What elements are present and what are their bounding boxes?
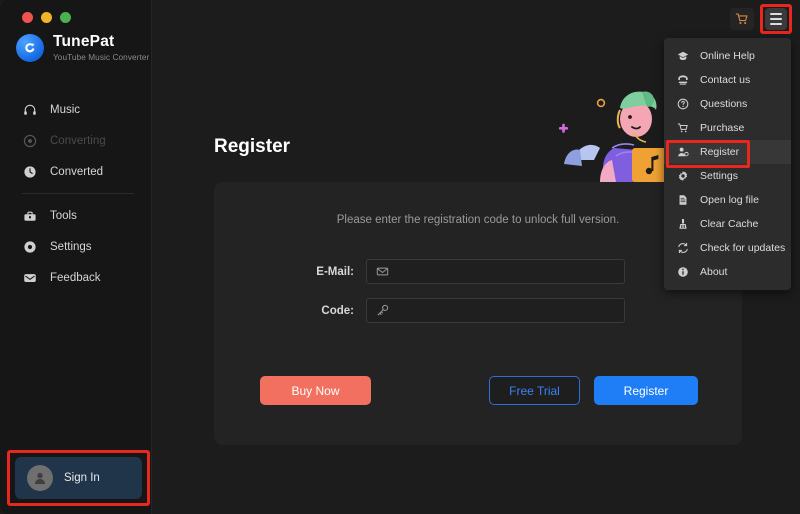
menu-item-about[interactable]: About [664, 260, 791, 284]
mail-icon [22, 270, 37, 285]
page-title: Register [214, 136, 291, 157]
sidebar-item-converting[interactable]: Converting [0, 125, 152, 156]
sidebar-item-tools[interactable]: Tools [0, 200, 152, 231]
sidebar-item-label: Tools [50, 209, 77, 222]
user-register-icon [676, 146, 689, 159]
brand-name: TunePat [53, 33, 115, 50]
sidebar-item-label: Converting [50, 134, 106, 147]
registration-card: Please enter the registration code to un… [214, 182, 742, 445]
brand-subtitle: YouTube Music Converter [53, 53, 150, 63]
code-field-row: Code: [214, 298, 742, 323]
menu-item-label: About [700, 266, 728, 278]
sidebar-nav: Music Converting Converted Tools Setting… [0, 94, 152, 293]
code-field-label: Code: [321, 304, 354, 317]
sidebar-divider [22, 193, 134, 194]
menu-item-register[interactable]: Register [664, 140, 791, 164]
sidebar-item-label: Settings [50, 240, 92, 253]
menu-item-label: Questions [700, 98, 748, 110]
registration-hint: Please enter the registration code to un… [336, 214, 620, 226]
broom-icon [676, 218, 689, 231]
email-field-label: E-Mail: [316, 265, 354, 278]
free-trial-button[interactable]: Free Trial [489, 376, 580, 405]
menu-item-label: Settings [700, 170, 738, 182]
main-dropdown-menu: Online Help Contact us Questions Purchas… [664, 38, 791, 290]
sidebar-item-converted[interactable]: Converted [0, 156, 152, 187]
maximize-window-button[interactable] [60, 12, 71, 23]
converting-icon [22, 133, 37, 148]
shopping-cart-icon[interactable] [730, 8, 754, 30]
clock-icon [22, 164, 37, 179]
code-input[interactable] [389, 304, 624, 317]
email-field[interactable] [366, 259, 625, 284]
sidebar-item-settings[interactable]: Settings [0, 231, 152, 262]
menu-item-label: Clear Cache [700, 218, 759, 230]
toolbox-icon [22, 208, 37, 223]
menu-item-label: Open log file [700, 194, 759, 206]
menu-item-questions[interactable]: Questions [664, 92, 791, 116]
gear-icon [676, 170, 689, 183]
code-field[interactable] [366, 298, 625, 323]
shopping-cart-icon [676, 122, 689, 135]
telephone-icon [676, 74, 689, 87]
sidebar: TunePat YouTube Music Converter Music Co… [0, 0, 152, 514]
minimize-window-button[interactable] [41, 12, 52, 23]
menu-item-contact-us[interactable]: Contact us [664, 68, 791, 92]
menu-item-label: Check for updates [700, 242, 786, 254]
sidebar-item-label: Converted [50, 165, 104, 178]
sidebar-item-label: Feedback [50, 271, 101, 284]
graduation-cap-icon [676, 50, 689, 63]
menu-item-check-for-updates[interactable]: Check for updates [664, 236, 791, 260]
gear-icon [22, 239, 37, 254]
headphones-icon [22, 102, 37, 117]
menu-item-label: Register [700, 146, 740, 158]
menu-button-highlight-box [760, 4, 792, 34]
info-icon [676, 266, 689, 279]
key-icon [375, 304, 389, 318]
menu-item-purchase[interactable]: Purchase [664, 116, 791, 140]
menu-item-clear-cache[interactable]: Clear Cache [664, 212, 791, 236]
sidebar-item-feedback[interactable]: Feedback [0, 262, 152, 293]
menu-item-online-help[interactable]: Online Help [664, 44, 791, 68]
register-button[interactable]: Register [594, 376, 698, 405]
application-window: TunePat YouTube Music Converter Music Co… [0, 0, 800, 514]
document-icon [676, 194, 689, 207]
menu-item-label: Purchase [700, 122, 745, 134]
menu-item-label: Online Help [700, 50, 755, 62]
buy-now-button[interactable]: Buy Now [260, 376, 371, 405]
menu-item-label: Contact us [700, 74, 751, 86]
sign-in-highlight-box [7, 450, 150, 506]
email-field-row: E-Mail: [214, 259, 742, 284]
menu-item-open-log-file[interactable]: Open log file [664, 188, 791, 212]
sidebar-item-label: Music [50, 103, 81, 116]
sidebar-item-music[interactable]: Music [0, 94, 152, 125]
window-controls [22, 12, 71, 23]
menu-item-settings[interactable]: Settings [664, 164, 791, 188]
close-window-button[interactable] [22, 12, 33, 23]
tunepat-logo-icon [16, 33, 44, 62]
email-input[interactable] [389, 265, 624, 278]
brand-logo-block: TunePat YouTube Music Converter [16, 33, 149, 62]
question-mark-icon [676, 98, 689, 111]
envelope-icon [375, 265, 389, 279]
refresh-icon [676, 242, 689, 255]
